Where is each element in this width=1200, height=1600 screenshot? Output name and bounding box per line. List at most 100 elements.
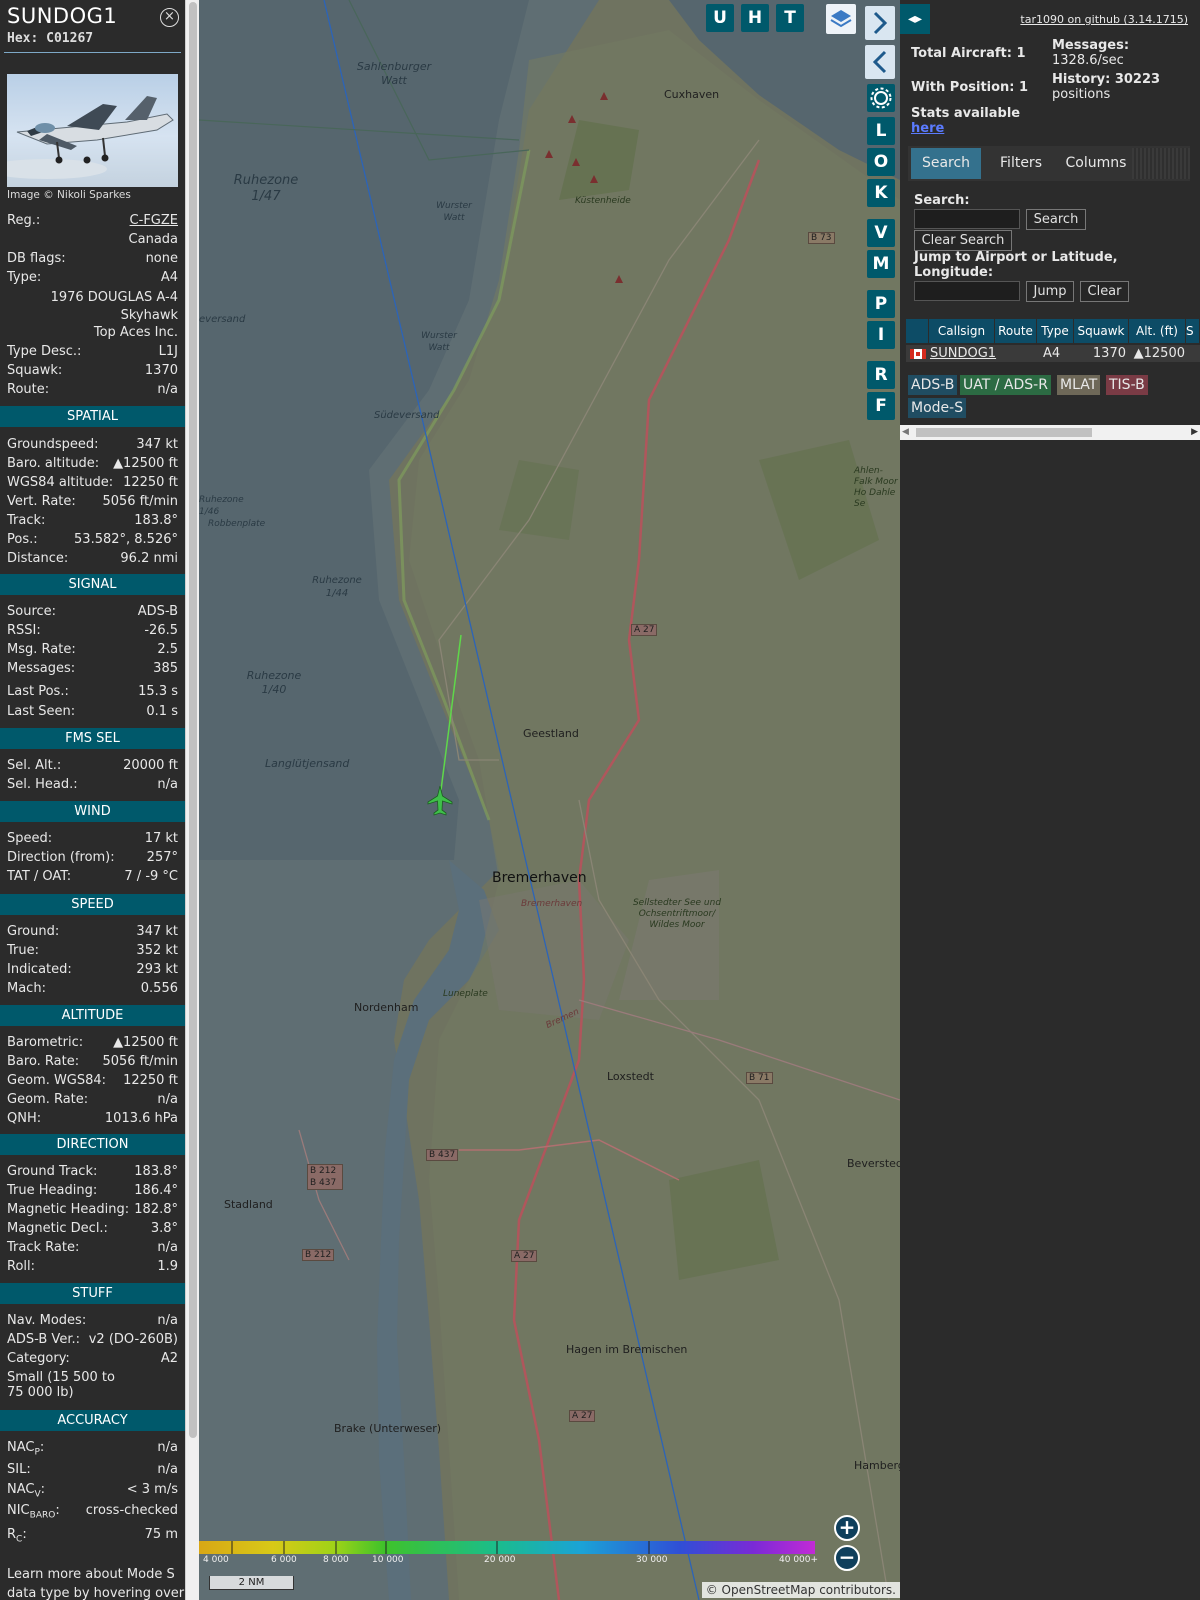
info-value: ▲12500 ft [113, 1035, 178, 1050]
info-key: TAT / OAT: [7, 869, 72, 884]
row-callsign[interactable]: SUNDOG1 [930, 345, 996, 362]
map-label-nordenham: Nordenham [354, 1001, 419, 1014]
info-row: Ground Track: 183.8° [7, 1164, 178, 1182]
tab-columns[interactable]: Columns [1060, 148, 1132, 179]
info-key: RC: [7, 1527, 27, 1545]
section-fms-sel: FMS SEL [0, 728, 185, 749]
road-label-b437: B 437 [426, 1149, 459, 1161]
info-value: 20000 ft [123, 758, 178, 773]
chevron-left-icon[interactable] [865, 45, 895, 79]
info-key: Msg. Rate: [7, 642, 76, 657]
stats-label: Stats available [911, 106, 1021, 121]
info-value: n/a [157, 1313, 178, 1328]
info-key: Magnetic Heading: [7, 1202, 130, 1217]
jump-button[interactable]: Jump [1026, 281, 1074, 302]
info-value: v2 (DO-260B) [88, 1332, 178, 1347]
toggle-p-button[interactable]: P [867, 290, 895, 318]
info-row: Nav. Modes: n/a [7, 1313, 178, 1331]
info-value: n/a [157, 1240, 178, 1255]
column-header-squawk[interactable]: Squawk [1074, 319, 1129, 343]
toggle-u-button[interactable]: U [706, 4, 734, 32]
clear-search-button[interactable]: Clear Search [914, 230, 1012, 251]
section-spatial: SPATIAL [0, 406, 185, 427]
info-key: Nav. Modes: [7, 1313, 87, 1328]
toggle-i-button[interactable]: I [867, 321, 895, 349]
search-button[interactable]: Search [1026, 209, 1086, 230]
aircraft-photo[interactable] [7, 74, 178, 187]
road-label-a27: A 27 [631, 624, 658, 636]
clear-button[interactable]: Clear [1080, 281, 1129, 302]
column-header-speed[interactable]: S [1186, 319, 1200, 343]
info-value: n/a [157, 777, 178, 792]
info-value: ADS-B [137, 604, 178, 619]
info-value: n/a [157, 1092, 178, 1107]
scroll-right-icon[interactable]: ▶ [1191, 427, 1198, 437]
tab-search[interactable]: Search [911, 148, 981, 179]
registration-link[interactable]: C-FGZE [130, 213, 178, 228]
tab-bar-filler [1132, 148, 1190, 179]
zoom-out-button[interactable]: − [834, 1545, 860, 1571]
column-header-altitude[interactable]: Alt. (ft) [1129, 319, 1186, 343]
column-header-route[interactable]: Route [995, 319, 1037, 343]
tab-filters[interactable]: Filters [985, 148, 1057, 179]
selected-callsign: SUNDOG1 [7, 4, 118, 28]
toggle-k-button[interactable]: K [867, 179, 895, 207]
column-header-type[interactable]: Type [1037, 319, 1074, 343]
toggle-h-button[interactable]: H [741, 4, 769, 32]
toggle-t-button[interactable]: T [776, 4, 804, 32]
scrollbar-thumb[interactable] [189, 2, 197, 1438]
zoom-in-button[interactable]: + [834, 1515, 860, 1541]
section-stuff: STUFF [0, 1283, 185, 1304]
info-key: Indicated: [7, 962, 72, 977]
toggle-l-button[interactable]: L [867, 117, 895, 145]
info-row-nic: NICBARO: cross-checked [7, 1503, 178, 1521]
info-value: 347 kt [136, 924, 178, 939]
toggle-r-button[interactable]: R [867, 361, 895, 389]
info-row-squawk: Squawk: 1370 [7, 363, 178, 381]
info-row: Speed: 17 kt [7, 831, 178, 849]
chevron-right-icon[interactable] [865, 6, 895, 40]
road-label-b212-b437: B 212 B 437 [307, 1164, 343, 1190]
info-value: n/a [157, 382, 178, 397]
info-row: Magnetic Heading: 182.8° [7, 1202, 178, 1220]
info-panel-scrollbar[interactable] [185, 0, 199, 1600]
close-icon[interactable]: × [160, 8, 179, 27]
map-attribution[interactable]: © OpenStreetMap contributors. [701, 1582, 900, 1598]
info-key: Type: [7, 270, 42, 285]
table-horizontal-scrollbar[interactable]: ◀ ▶ [900, 425, 1200, 440]
map-label-hamberg: Hamberg [854, 1459, 900, 1472]
toggle-v-button[interactable]: V [867, 219, 895, 247]
gear-icon[interactable] [867, 84, 895, 112]
column-header-callsign[interactable]: Callsign [929, 319, 995, 343]
map-label-wurster-watt-1: Wurster Watt [436, 201, 472, 223]
info-row: Msg. Rate: 2.5 [7, 642, 178, 660]
map-label-ruhezone-146: Ruhezone 1/46 [199, 495, 244, 517]
toggle-m-button[interactable]: M [867, 250, 895, 278]
info-key: Track Rate: [7, 1240, 80, 1255]
toggle-o-button[interactable]: O [867, 148, 895, 176]
info-key: Last Seen: [7, 704, 76, 719]
info-row-type-desc: Type Desc.: L1J [7, 344, 178, 362]
info-row: Barometric: ▲12500 ft [7, 1035, 178, 1053]
stats-link[interactable]: here [911, 121, 944, 136]
expand-sidebar-icon[interactable]: ◂▸ [900, 4, 930, 34]
layers-icon[interactable] [826, 4, 856, 34]
map-canvas[interactable]: Cuxhaven Sahlenburger Watt Ruhezone 1/47… [199, 0, 900, 1600]
jump-input[interactable] [914, 281, 1020, 301]
info-value: 5056 ft/min [102, 1054, 178, 1069]
info-value: none [145, 251, 178, 266]
column-header-flag[interactable] [906, 319, 929, 343]
map-label-kustenheide: Küstenheide [575, 196, 631, 206]
info-key: NACP: [7, 1440, 45, 1458]
altitude-scale-label: 30 000 [636, 1555, 668, 1565]
scroll-left-icon[interactable]: ◀ [902, 427, 909, 437]
info-key: Baro. altitude: [7, 456, 100, 471]
info-key: Geom. Rate: [7, 1092, 89, 1107]
search-input[interactable] [914, 209, 1020, 229]
aircraft-info-panel: SUNDOG1 Hex: C01267 × Image © Nikoli Spa… [0, 0, 185, 1600]
version-link[interactable]: tar1090 on github (3.14.1715) [1020, 13, 1188, 26]
scrollbar-thumb[interactable] [916, 428, 1092, 437]
history-label: History: 30223 [1052, 72, 1161, 87]
toggle-f-button[interactable]: F [867, 392, 895, 420]
info-key: Track: [7, 513, 46, 528]
